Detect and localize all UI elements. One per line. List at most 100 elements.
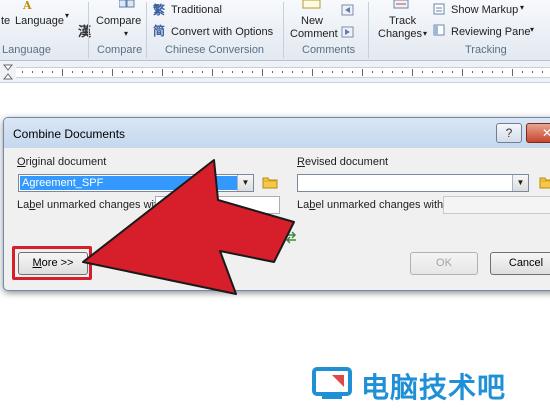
ruler-major-tick [162, 69, 163, 76]
ruler-major-tick [312, 69, 313, 76]
ruler-minor-tick [442, 71, 443, 73]
ruler-minor-tick [172, 71, 173, 73]
ruler-minor-tick [402, 71, 403, 73]
track-changes-button[interactable]: Changes [378, 28, 422, 40]
ruler-minor-tick [482, 71, 483, 73]
ruler-minor-tick [502, 71, 503, 73]
translate-button-fragment[interactable]: te [1, 15, 10, 27]
original-document-combo[interactable]: Agreement_SPF ▼ [18, 174, 254, 192]
chevron-down-icon: ▾ [520, 3, 525, 12]
ruler-minor-tick [352, 71, 353, 73]
reviewing-pane-button[interactable]: Reviewing Pane [451, 26, 531, 38]
ruler-major-tick [62, 69, 63, 76]
ruler-minor-tick [282, 71, 283, 73]
convert-with-options-button[interactable]: Convert with Options [171, 26, 273, 38]
ruler-minor-tick [252, 71, 253, 73]
ruler-minor-tick [92, 71, 93, 73]
compare-icon [119, 0, 135, 8]
convert-options-icon: 简 [153, 23, 167, 37]
svg-text:简: 简 [153, 23, 165, 37]
svg-text:繁: 繁 [153, 2, 166, 16]
ruler-major-tick [212, 69, 213, 76]
show-markup-icon [433, 3, 446, 16]
watermark-text: 电脑技术吧 [361, 371, 507, 404]
chevron-down-icon[interactable]: ▼ [237, 175, 253, 191]
ruler-minor-tick [532, 71, 533, 73]
watermark: 电脑技术吧 [312, 364, 550, 404]
ruler-ticks [22, 69, 543, 76]
chinese-glyph-icon[interactable]: 漢 [78, 21, 91, 40]
ruler-minor-tick [52, 71, 53, 73]
ruler-minor-tick [392, 71, 393, 73]
tracking-group-label: Tracking [465, 44, 507, 56]
chinese-conversion-group-label: Chinese Conversion [165, 44, 265, 56]
ruler-minor-tick [382, 71, 383, 73]
ruler-minor-tick [152, 71, 153, 73]
chevron-down-icon: ▾ [530, 25, 535, 34]
chevron-down-icon: ▾ [124, 29, 129, 38]
reviewing-pane-icon [433, 24, 446, 37]
original-unmarked-input[interactable] [155, 196, 280, 214]
more-button-highlight-box [12, 246, 92, 280]
ruler-minor-tick [232, 71, 233, 73]
group-separator [146, 2, 147, 58]
horizontal-ruler[interactable] [0, 61, 550, 83]
ruler-minor-tick [492, 71, 493, 73]
chevron-down-icon[interactable]: ▼ [512, 175, 528, 191]
revised-unmarked-input[interactable] [443, 196, 550, 214]
browse-folder-icon[interactable] [539, 175, 550, 189]
ruler-minor-tick [82, 71, 83, 73]
ruler-major-tick [112, 69, 113, 76]
comments-group-label: Comments [302, 44, 356, 56]
traditional-button[interactable]: Traditional [171, 4, 222, 16]
ribbon: te A Language 漢 ▾ Language Compare ▾ Com… [0, 0, 550, 61]
ruler-minor-tick [342, 71, 343, 73]
ruler-minor-tick [42, 71, 43, 73]
ruler-minor-tick [22, 71, 23, 73]
ruler-major-tick [362, 69, 363, 76]
show-markup-button[interactable]: Show Markup [451, 4, 518, 16]
previous-comment-icon[interactable] [341, 3, 355, 17]
cancel-button[interactable]: Cancel [490, 252, 550, 275]
new-comment-icon [302, 0, 322, 10]
ruler-minor-tick [202, 71, 203, 73]
dialog-titlebar[interactable]: Combine Documents ? ✕ [4, 118, 550, 148]
language-button[interactable]: Language [15, 15, 64, 27]
group-separator [368, 2, 369, 58]
track-changes-icon [393, 0, 411, 10]
svg-text:A: A [22, 0, 32, 10]
chevron-down-icon: ▾ [65, 11, 70, 20]
close-button[interactable]: ✕ [526, 123, 550, 143]
group-separator [88, 2, 89, 58]
ruler-minor-tick [452, 71, 453, 73]
ruler-minor-tick [192, 71, 193, 73]
revised-document-combo[interactable]: ▼ [297, 174, 529, 192]
ruler-minor-tick [372, 71, 373, 73]
ruler-minor-tick [542, 71, 543, 73]
ok-button[interactable]: OK [410, 252, 478, 275]
ruler-minor-tick [472, 71, 473, 73]
help-button[interactable]: ? [496, 123, 522, 143]
new-comment-label-line1[interactable]: New [301, 15, 323, 27]
ruler-minor-tick [272, 71, 273, 73]
browse-folder-icon[interactable] [262, 175, 278, 189]
ruler-minor-tick [142, 71, 143, 73]
original-document-label: Original document [17, 156, 107, 168]
next-comment-icon[interactable] [341, 25, 355, 39]
indent-marker-icon[interactable] [3, 64, 13, 80]
compare-button[interactable]: Compare [96, 15, 141, 27]
ruler-minor-tick [122, 71, 123, 73]
original-document-value: Agreement_SPF [20, 176, 239, 190]
ruler-minor-tick [322, 71, 323, 73]
ruler-minor-tick [422, 71, 423, 73]
ruler-minor-tick [522, 71, 523, 73]
new-comment-button[interactable]: Comment [290, 28, 338, 40]
ruler-minor-tick [102, 71, 103, 73]
ruler-major-tick [412, 69, 413, 76]
ruler-minor-tick [302, 71, 303, 73]
ruler-minor-tick [242, 71, 243, 73]
track-changes-label-line1[interactable]: Track [389, 15, 416, 27]
ruler-minor-tick [32, 71, 33, 73]
compare-group-label: Compare [97, 44, 143, 56]
swap-documents-icon[interactable] [284, 230, 298, 244]
